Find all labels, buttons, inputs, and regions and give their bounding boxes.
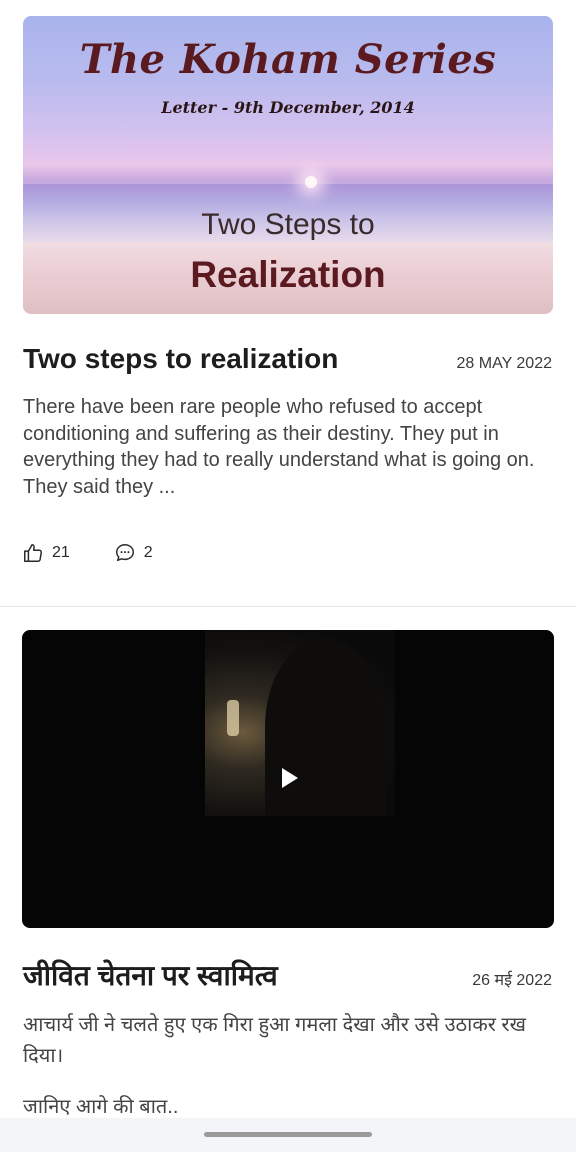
speech-bubble-icon bbox=[115, 544, 134, 562]
video-thumbnail bbox=[205, 630, 395, 816]
banner-sun bbox=[305, 176, 317, 188]
video-thumbnail-light bbox=[227, 700, 239, 736]
banner-overlay-line2: Realization bbox=[190, 254, 386, 295]
like-count: 21 bbox=[52, 544, 70, 561]
video-thumbnail-figure bbox=[265, 638, 385, 816]
post-video-player[interactable] bbox=[22, 630, 554, 928]
post-feed: The Koham Series Letter - 9th December, … bbox=[0, 0, 576, 1152]
banner-letter-date: Letter - 9th December, 2014 bbox=[161, 98, 415, 117]
post-excerpt[interactable]: There have been rare people who refused … bbox=[23, 394, 543, 500]
banner-series-title: The Koham Series bbox=[79, 36, 497, 83]
banner-overlay-line1: Two Steps to bbox=[201, 208, 375, 241]
thumbs-up-icon bbox=[24, 544, 42, 562]
post-title[interactable]: जीवित चेतना पर स्वामित्व bbox=[23, 956, 278, 994]
post-excerpt-more[interactable]: जानिए आगे की बात.. bbox=[23, 1094, 543, 1121]
post-title[interactable]: Two steps to realization bbox=[23, 343, 338, 375]
post-divider bbox=[0, 606, 576, 607]
post-date: 28 MAY 2022 bbox=[456, 355, 552, 372]
comment-count: 2 bbox=[143, 544, 153, 561]
post-date: 26 मई 2022 bbox=[472, 972, 552, 989]
post-excerpt[interactable]: आचार्य जी ने चलते हुए एक गिरा हुआ गमला द… bbox=[23, 1010, 543, 1072]
post-banner-image[interactable]: The Koham Series Letter - 9th December, … bbox=[23, 16, 553, 314]
like-button[interactable]: 21 bbox=[22, 542, 70, 564]
post-reactions: 21 2 bbox=[22, 540, 153, 566]
comment-button[interactable]: 2 bbox=[114, 542, 153, 564]
play-icon[interactable] bbox=[282, 768, 298, 788]
home-indicator[interactable] bbox=[204, 1132, 372, 1137]
